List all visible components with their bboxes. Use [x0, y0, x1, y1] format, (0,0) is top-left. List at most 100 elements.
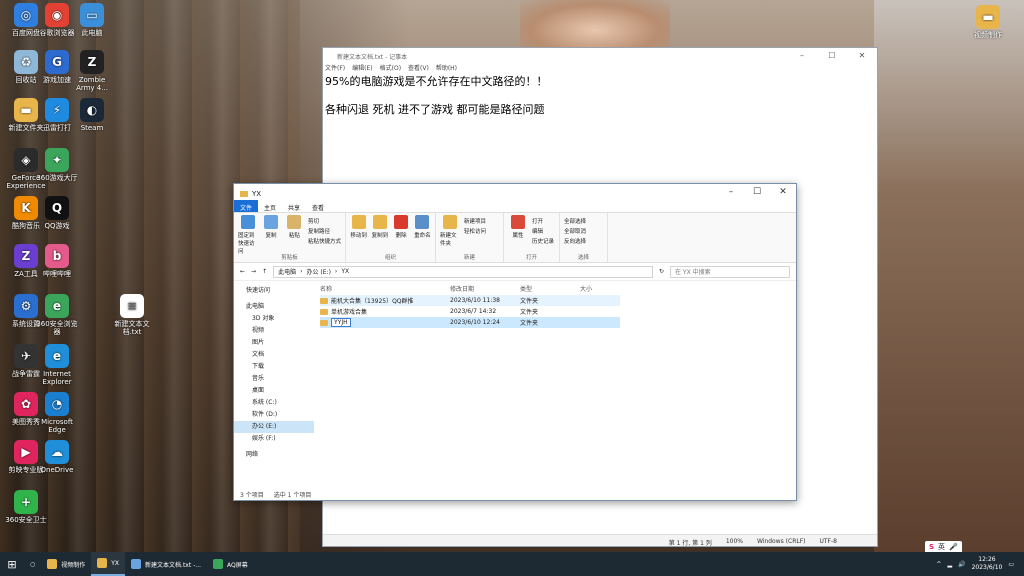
desktop-icon[interactable]: ≡ 新建文本文档.txt: [110, 294, 154, 336]
breadcrumb-drive-e[interactable]: 办公 (E:): [307, 267, 331, 276]
notification-icon[interactable]: ▭: [1008, 561, 1014, 568]
up-icon[interactable]: ↑: [262, 268, 267, 275]
close-button[interactable]: ✕: [847, 48, 877, 63]
desktop-icon[interactable]: Q QQ游戏: [35, 196, 79, 230]
nav-videos[interactable]: 视频: [234, 325, 314, 337]
nav-this-pc[interactable]: 此电脑: [234, 301, 314, 313]
desktop-icon[interactable]: +360安全卫士: [4, 490, 48, 524]
nav-documents[interactable]: 文档: [234, 349, 314, 361]
tab-view[interactable]: 查看: [306, 200, 330, 212]
taskbar-item-video[interactable]: 视频制作: [41, 552, 91, 576]
notepad-text-area[interactable]: 95%的电脑游戏是不允许存在中文路径的！！ 各种闪退 死机 进不了游戏 都可能是…: [323, 73, 877, 117]
desktop-icon[interactable]: e Internet Explorer: [35, 344, 79, 386]
minimize-button[interactable]: –: [718, 184, 744, 200]
taskbar-item-yx[interactable]: YX: [91, 552, 126, 576]
nav-drive-d[interactable]: 软件 (D:): [234, 409, 314, 421]
close-button[interactable]: ✕: [770, 184, 796, 200]
volume-icon[interactable]: 🔊: [958, 561, 965, 568]
menu-view[interactable]: 查看(V): [408, 63, 429, 73]
ime-mode[interactable]: 英: [938, 542, 945, 552]
maximize-button[interactable]: ☐: [817, 48, 847, 63]
qq-icon: Q: [45, 196, 69, 220]
tab-share[interactable]: 共享: [282, 200, 306, 212]
360-game-icon: ✦: [45, 148, 69, 172]
360-browser-icon: e: [45, 294, 69, 318]
explorer-window[interactable]: YX – ☐ ✕ 文件 主页 共享 查看 固定到快速访问 复制 粘贴 剪切 复制…: [233, 183, 797, 501]
nav-drive-e[interactable]: 办公 (E:): [234, 421, 314, 433]
desktop-icon[interactable]: b 哔哩哔哩: [35, 244, 79, 278]
nav-network[interactable]: 网络: [234, 449, 314, 461]
explorer-titlebar[interactable]: YX – ☐ ✕: [234, 184, 796, 200]
column-date[interactable]: 修改日期: [450, 284, 520, 293]
desktop-icon[interactable]: ✦ 360游戏大厅: [35, 148, 79, 182]
minimize-button[interactable]: –: [787, 48, 817, 63]
group-label-clipboard: 剪贴板: [281, 255, 298, 261]
menu-edit[interactable]: 编辑(E): [352, 63, 372, 73]
column-name[interactable]: 名称: [320, 284, 450, 293]
screen-recorder-icon: [213, 559, 224, 569]
paste-shortcut-button[interactable]: 粘贴快捷方式: [308, 237, 341, 245]
nav-3d-objects[interactable]: 3D 对象: [234, 313, 314, 325]
nav-drive-c[interactable]: 系统 (C:): [234, 397, 314, 409]
nav-desktop[interactable]: 桌面: [234, 385, 314, 397]
edit-button[interactable]: 编辑: [532, 227, 554, 235]
explorer-statusbar: 3 个项目 选中 1 个项目: [234, 486, 796, 500]
windows-start-icon[interactable]: ⊞: [0, 552, 24, 576]
desktop-icon[interactable]: ◐ Steam: [70, 98, 114, 132]
menu-format[interactable]: 格式(O): [380, 63, 401, 73]
search-icon[interactable]: ○: [24, 552, 41, 576]
column-type[interactable]: 类型: [520, 284, 580, 293]
open-button[interactable]: 打开: [532, 217, 554, 225]
easy-access-button[interactable]: 轻松访问: [464, 227, 486, 235]
group-label-new: 新建: [463, 255, 475, 261]
copy-path-button[interactable]: 复制路径: [308, 227, 341, 235]
clock[interactable]: 12:26 2023/6/10: [972, 556, 1003, 572]
desktop-icon-label: 360安全浏览器: [36, 320, 78, 336]
desktop-icon[interactable]: ◔ Microsoft Edge: [35, 392, 79, 434]
tab-home[interactable]: 主页: [258, 200, 282, 212]
cut-button[interactable]: 剪切: [308, 217, 341, 225]
desktop-icon[interactable]: ▭ 此电脑: [70, 3, 114, 37]
forward-icon[interactable]: →: [251, 268, 256, 275]
table-row[interactable]: 能机大合集（13925）QQ群推 2023/6/10 11:38 文件夹: [320, 295, 620, 306]
table-row[interactable]: 单机游戏合集 2023/6/7 14:32 文件夹: [320, 306, 620, 317]
tab-file[interactable]: 文件: [234, 200, 259, 212]
notepad-titlebar[interactable]: 新建文本文档.txt - 记事本 – ☐ ✕: [323, 48, 877, 63]
column-size[interactable]: 大小: [580, 284, 620, 293]
breadcrumb-yx[interactable]: YX: [341, 268, 349, 275]
refresh-icon[interactable]: ↻: [659, 268, 664, 275]
desktop-icon[interactable]: ▬ 视频制作: [966, 5, 1010, 39]
text-line-1: 95%的电脑游戏是不允许存在中文路径的！！: [325, 75, 548, 88]
desktop-icon[interactable]: ☁ OneDrive: [35, 440, 79, 474]
taskbar-item-notepad[interactable]: 新建文本文档.txt -...: [125, 552, 207, 576]
folder-icon: [320, 297, 328, 304]
rename-input[interactable]: YYJH: [331, 318, 351, 327]
folder-icon: [47, 559, 58, 569]
invert-selection-button[interactable]: 反向选择: [564, 237, 586, 245]
history-button[interactable]: 历史记录: [532, 237, 554, 245]
chevron-up-icon[interactable]: ^: [936, 561, 941, 568]
desktop-icon[interactable]: e 360安全浏览器: [35, 294, 79, 336]
breadcrumb-this-pc[interactable]: 此电脑: [278, 267, 296, 276]
table-row[interactable]: YYJH 2023/6/10 12:24 文件夹: [320, 317, 620, 328]
address-bar[interactable]: 此电脑 › 办公 (E:) › YX: [273, 265, 653, 278]
nav-pictures[interactable]: 图片: [234, 337, 314, 349]
back-icon[interactable]: ←: [240, 268, 245, 275]
nav-drive-f[interactable]: 娱乐 (F:): [234, 433, 314, 445]
select-all-button[interactable]: 全部选择: [564, 217, 586, 225]
group-label-select: 选择: [577, 255, 589, 261]
new-item-button[interactable]: 新建项目: [464, 217, 486, 225]
desktop-icon[interactable]: Z Zombie Army 4...: [70, 50, 114, 92]
taskbar-item-aq[interactable]: AQ屏幕: [207, 552, 254, 576]
microphone-icon[interactable]: 🎤: [949, 543, 958, 551]
nav-downloads[interactable]: 下载: [234, 361, 314, 373]
select-none-button[interactable]: 全部取消: [564, 227, 586, 235]
nav-quick-access[interactable]: 快速访问: [234, 285, 314, 297]
menu-file[interactable]: 文件(F): [325, 63, 345, 73]
search-input[interactable]: 在 YX 中搜索: [670, 265, 790, 278]
menu-help[interactable]: 帮助(H): [436, 63, 457, 73]
maximize-button[interactable]: ☐: [744, 184, 770, 200]
network-icon[interactable]: ▂: [947, 561, 952, 568]
nav-music[interactable]: 音乐: [234, 373, 314, 385]
pin-icon: [240, 215, 255, 229]
